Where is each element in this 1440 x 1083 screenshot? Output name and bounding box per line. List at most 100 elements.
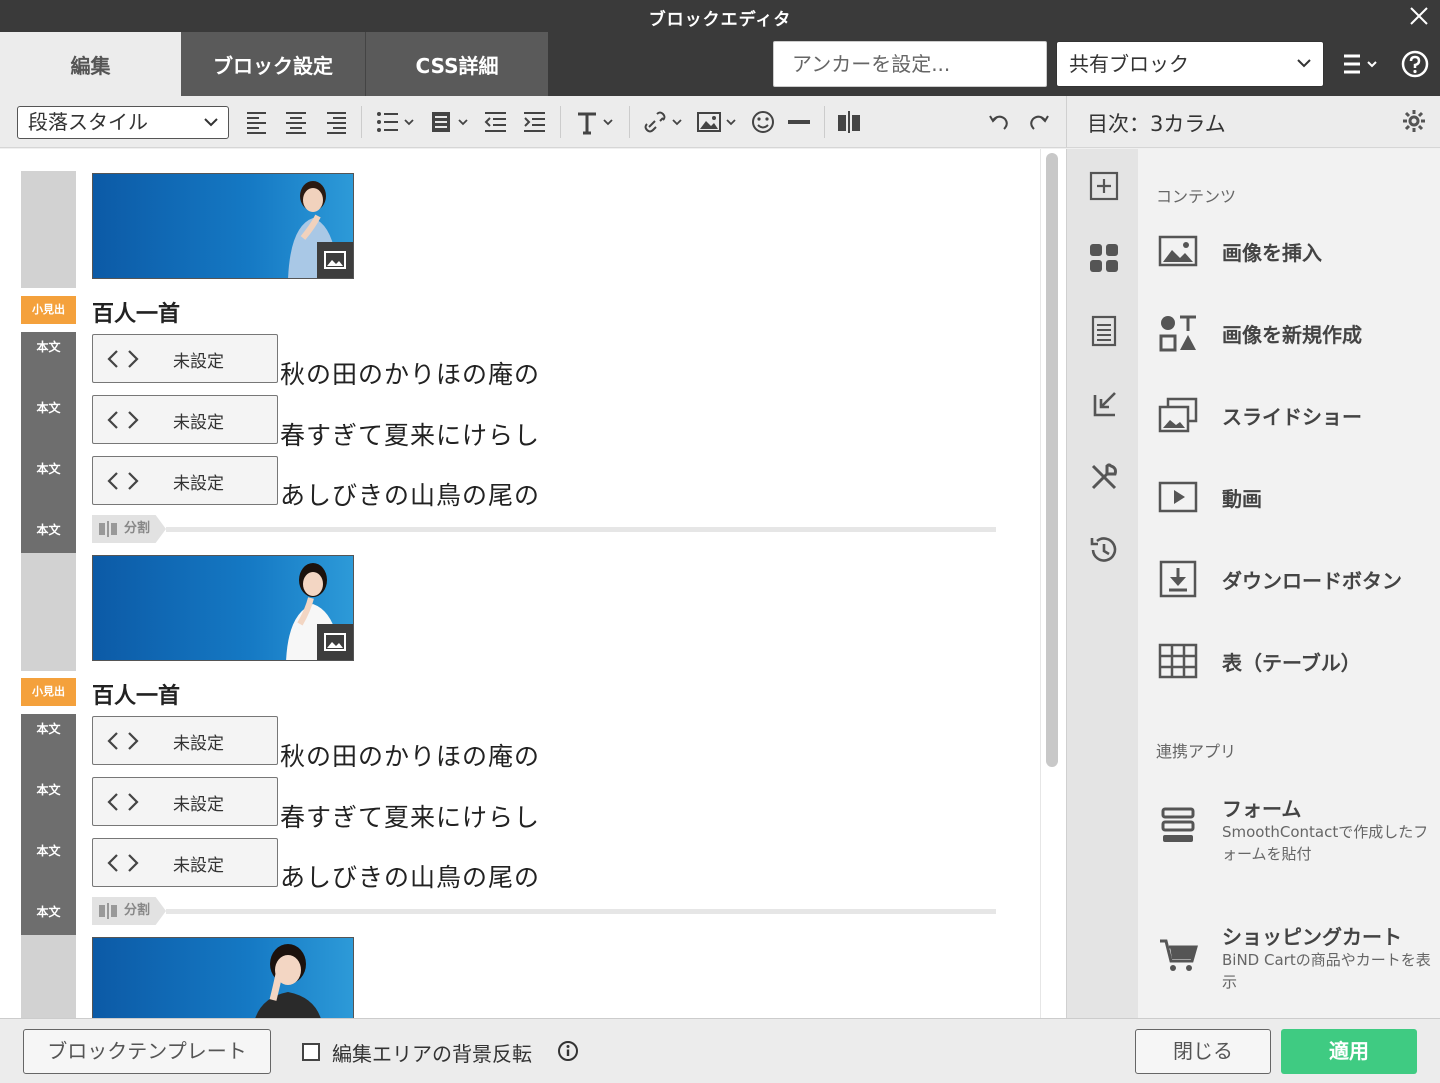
image-badge[interactable] xyxy=(317,624,353,660)
image-block[interactable] xyxy=(92,937,354,1018)
image-icon xyxy=(324,251,346,269)
form-app-item[interactable]: フォーム SmoothContactで作成したフォームを貼付 xyxy=(1138,779,1440,875)
redo-icon[interactable] xyxy=(1027,108,1051,136)
horizontal-rule-icon[interactable] xyxy=(787,108,811,136)
toolbar-separator xyxy=(824,106,825,138)
code-icon xyxy=(107,854,139,872)
shared-block-value: 共有ブロック xyxy=(1069,52,1189,76)
import-icon[interactable] xyxy=(1087,387,1121,421)
poem-line[interactable]: あしびきの山鳥の尾の xyxy=(280,858,540,894)
poem-line[interactable]: 春すぎて夏来にけらし xyxy=(280,798,540,834)
outdent-icon[interactable] xyxy=(484,108,508,136)
help-icon[interactable] xyxy=(1400,49,1430,79)
menu-icon[interactable] xyxy=(1342,52,1382,76)
code-label: 未設定 xyxy=(173,856,224,876)
image-gutter[interactable] xyxy=(21,935,76,1018)
divider-tag[interactable]: 分割 xyxy=(92,515,166,543)
code-embed-button[interactable]: 未設定 xyxy=(92,334,278,383)
gear-icon[interactable] xyxy=(1402,109,1426,133)
image-icon xyxy=(324,633,346,651)
body-badge: 本文 xyxy=(36,401,61,415)
code-icon xyxy=(107,732,139,750)
info-icon[interactable] xyxy=(557,1040,579,1062)
code-icon xyxy=(107,472,139,490)
poem-line[interactable]: 秋の田のかりほの庵の xyxy=(280,355,540,391)
code-embed-button[interactable]: 未設定 xyxy=(92,777,278,826)
align-left-icon[interactable] xyxy=(246,108,268,136)
code-embed-button[interactable]: 未設定 xyxy=(92,838,278,887)
column-split-icon[interactable] xyxy=(837,108,861,136)
close-icon[interactable] xyxy=(1406,3,1432,29)
sidebar-rail xyxy=(1066,149,1138,1018)
invert-background-checkbox[interactable] xyxy=(302,1043,320,1061)
shopping-cart-item[interactable]: ショッピングカート BiND Cartの商品やカートを表示 xyxy=(1138,907,1440,1003)
bullet-list-icon[interactable] xyxy=(376,108,416,136)
image-badge[interactable] xyxy=(317,242,353,278)
create-image-icon xyxy=(1159,315,1196,352)
image-block[interactable] xyxy=(92,555,354,661)
toc-header: 目次：3カラム xyxy=(1066,96,1440,148)
page-icon[interactable] xyxy=(1087,314,1121,348)
body-gutter[interactable]: 本文 本文 本文 本文 xyxy=(21,332,76,553)
code-embed-button[interactable]: 未設定 xyxy=(92,716,278,765)
block-heading[interactable]: 百人一首 xyxy=(92,296,180,328)
poem-line[interactable]: 春すぎて夏来にけらし xyxy=(280,416,540,452)
tools-icon[interactable] xyxy=(1087,460,1121,494)
column-divider[interactable]: 分割 xyxy=(92,515,996,545)
emoji-icon[interactable] xyxy=(750,108,776,136)
tab-css-details[interactable]: CSS詳細 xyxy=(365,32,548,96)
code-label: 未設定 xyxy=(173,795,224,815)
insert-image-item[interactable]: 画像を挿入 xyxy=(1138,219,1440,283)
align-right-icon[interactable] xyxy=(325,108,347,136)
table-icon xyxy=(1158,643,1198,679)
history-icon[interactable] xyxy=(1087,533,1121,567)
text-style-icon[interactable] xyxy=(576,108,616,136)
panel-item-label: ダウンロードボタン xyxy=(1222,569,1402,593)
tab-block-settings[interactable]: ブロック設定 xyxy=(181,32,365,96)
video-item[interactable]: 動画 xyxy=(1138,465,1440,529)
divider-tag[interactable]: 分割 xyxy=(92,897,166,925)
code-label: 未設定 xyxy=(173,413,224,433)
code-embed-button[interactable]: 未設定 xyxy=(92,456,278,505)
block-template-button[interactable]: ブロックテンプレート xyxy=(23,1029,271,1074)
body-gutter[interactable]: 本文 本文 本文 本文 xyxy=(21,714,76,935)
undo-icon[interactable] xyxy=(987,108,1011,136)
heading-badge[interactable]: 小見出 xyxy=(21,296,76,324)
align-center-icon[interactable] xyxy=(285,108,307,136)
close-button[interactable]: 閉じる xyxy=(1135,1029,1271,1074)
invert-background-label[interactable]: 編集エリアの背景反転 xyxy=(332,1038,532,1067)
body-badge: 本文 xyxy=(36,462,61,476)
poem-line[interactable]: 秋の田のかりほの庵の xyxy=(280,737,540,773)
block-format-icon[interactable] xyxy=(431,108,471,136)
apply-button[interactable]: 適用 xyxy=(1281,1029,1417,1074)
code-embed-button[interactable]: 未設定 xyxy=(92,395,278,444)
column-divider[interactable]: 分割 xyxy=(92,897,996,927)
indent-icon[interactable] xyxy=(523,108,547,136)
image-gutter[interactable] xyxy=(21,171,76,288)
create-image-item[interactable]: 画像を新規作成 xyxy=(1138,301,1440,365)
table-item[interactable]: 表（テーブル） xyxy=(1138,629,1440,693)
shared-block-select[interactable]: 共有ブロック xyxy=(1056,41,1324,87)
download-button-item[interactable]: ダウンロードボタン xyxy=(1138,547,1440,611)
toolbar-separator xyxy=(560,106,561,138)
image-icon[interactable] xyxy=(697,108,739,136)
poem-line[interactable]: あしびきの山鳥の尾の xyxy=(280,476,540,512)
add-block-icon[interactable] xyxy=(1087,169,1121,203)
panel-item-desc: BiND Cartの商品やカートを表示 xyxy=(1222,951,1431,991)
section-label-contents: コンテンツ xyxy=(1156,187,1237,206)
heading-badge[interactable]: 小見出 xyxy=(21,678,76,706)
slideshow-item[interactable]: スライドショー xyxy=(1138,383,1440,447)
block-heading[interactable]: 百人一首 xyxy=(92,678,180,710)
link-icon[interactable] xyxy=(643,108,685,136)
paragraph-style-select[interactable]: 段落スタイル xyxy=(17,106,229,139)
editor-area[interactable]: 小見出 百人一首 本文 本文 本文 本文 未設定 秋の田のかりほの庵の 未設定 … xyxy=(0,149,1066,1018)
slideshow-icon xyxy=(1158,397,1198,433)
anchor-input[interactable]: アンカーを設定... xyxy=(773,41,1047,87)
blocks-icon[interactable] xyxy=(1087,241,1121,275)
tab-edit[interactable]: 編集 xyxy=(0,32,181,96)
content-panel: コンテンツ 画像を挿入 画像を新規作成 スライドショー 動画 ダウンロードボタン… xyxy=(1138,149,1440,1018)
scrollbar[interactable] xyxy=(1046,153,1058,767)
image-block[interactable] xyxy=(92,173,354,279)
body-badge: 本文 xyxy=(36,340,61,354)
image-gutter[interactable] xyxy=(21,553,76,671)
